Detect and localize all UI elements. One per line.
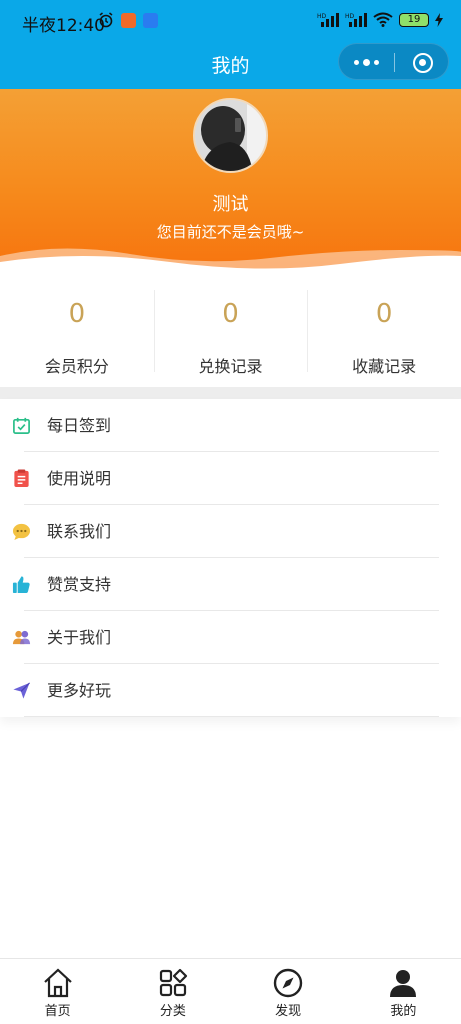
username: 测试 (212, 194, 249, 215)
status-system-icons: HD HD 19 (317, 12, 443, 27)
dot-icon (363, 59, 370, 66)
tab-home[interactable]: 首页 (0, 959, 115, 1024)
stat-value: 0 (375, 299, 393, 329)
miniprogram-capsule (338, 43, 449, 80)
grid-icon (159, 968, 187, 997)
svg-text:HD: HD (317, 13, 327, 20)
target-icon (412, 52, 433, 73)
stat-value: 0 (68, 299, 86, 329)
svg-text:HD: HD (345, 13, 355, 20)
tab-category[interactable]: 分类 (115, 959, 230, 1024)
calendar-check-icon (13, 417, 30, 434)
signal-icon: HD (317, 13, 339, 27)
menu-item-label: 更多好玩 (47, 681, 112, 700)
cloud-app-icon (143, 12, 158, 28)
dot-icon (354, 60, 359, 65)
tab-label: 发现 (275, 1004, 302, 1019)
stat-points[interactable]: 0 会员积分 (0, 288, 154, 376)
membership-note: 您目前还不是会员哦~ (156, 223, 305, 241)
home-icon (43, 968, 72, 998)
video-app-icon (121, 12, 136, 28)
menu-item-label: 联系我们 (47, 522, 112, 541)
menu-list: 每日签到 使用说明 联系我们 赞赏支持 关于我们 更多好玩 (0, 399, 461, 717)
wifi-icon (373, 12, 393, 27)
menu-item-label: 赞赏支持 (47, 575, 112, 594)
menu-item-contact-us[interactable]: 联系我们 (0, 505, 461, 558)
tab-label: 我的 (390, 1004, 417, 1019)
dot-icon (374, 60, 379, 65)
tab-label: 首页 (44, 1004, 71, 1019)
users-icon (12, 630, 31, 645)
stat-label: 会员积分 (44, 357, 109, 376)
avatar[interactable] (193, 98, 268, 173)
menu-item-label: 使用说明 (47, 469, 112, 488)
top-bar: 半夜12:40 HD HD 19 我的 (0, 0, 461, 89)
stat-label: 收藏记录 (352, 357, 417, 376)
menu-item-appreciation[interactable]: 赞赏支持 (0, 558, 461, 611)
charging-icon (435, 12, 443, 27)
menu-item-instructions[interactable]: 使用说明 (0, 452, 461, 505)
tab-bar: 首页 分类 发现 我的 (0, 958, 461, 1024)
clipboard-icon (14, 469, 29, 488)
stat-exchange-records[interactable]: 0 兑换记录 (153, 288, 308, 376)
stat-label: 兑换记录 (198, 357, 263, 376)
more-button[interactable] (339, 44, 394, 81)
tab-mine[interactable]: 我的 (346, 959, 461, 1024)
menu-item-more-fun[interactable]: 更多好玩 (0, 664, 461, 717)
battery-icon: 19 (399, 12, 429, 27)
status-time: 半夜12:40 (22, 16, 105, 36)
signal-icon-2: HD (345, 13, 367, 27)
thumbs-up-icon (12, 576, 30, 594)
menu-item-label: 每日签到 (47, 416, 112, 435)
stats-row: 0 会员积分 0 兑换记录 0 收藏记录 (0, 288, 461, 376)
user-icon (390, 970, 417, 997)
alarm-icon (99, 12, 113, 28)
status-bar: 半夜12:40 HD HD 19 (0, 0, 461, 44)
section-divider (0, 387, 461, 399)
compass-icon (273, 968, 303, 998)
stat-favorite-records[interactable]: 0 收藏记录 (307, 288, 461, 376)
paper-plane-icon (13, 682, 30, 699)
menu-item-label: 关于我们 (47, 628, 112, 647)
chat-bubble-icon (12, 523, 31, 541)
status-notification-icons (98, 12, 158, 28)
menu-item-daily-checkin[interactable]: 每日签到 (0, 399, 461, 452)
close-miniprogram-button[interactable] (395, 44, 450, 81)
stat-value: 0 (222, 299, 239, 329)
menu-item-about-us[interactable]: 关于我们 (0, 611, 461, 664)
tab-label: 分类 (159, 1004, 186, 1019)
row-divider (24, 716, 439, 717)
tab-discover[interactable]: 发现 (231, 959, 346, 1024)
